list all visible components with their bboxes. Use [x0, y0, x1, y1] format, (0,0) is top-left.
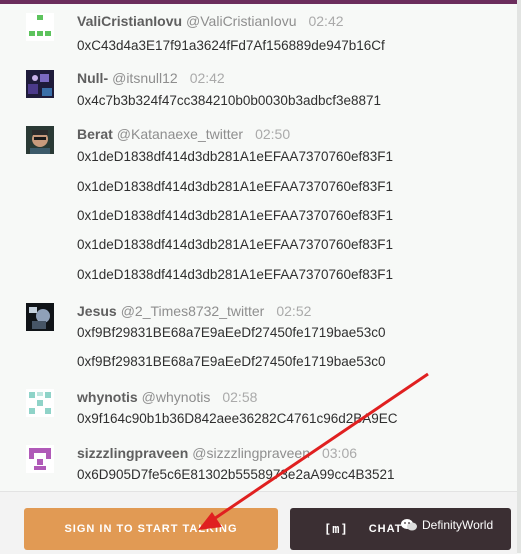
annotation-arrow [198, 372, 429, 530]
